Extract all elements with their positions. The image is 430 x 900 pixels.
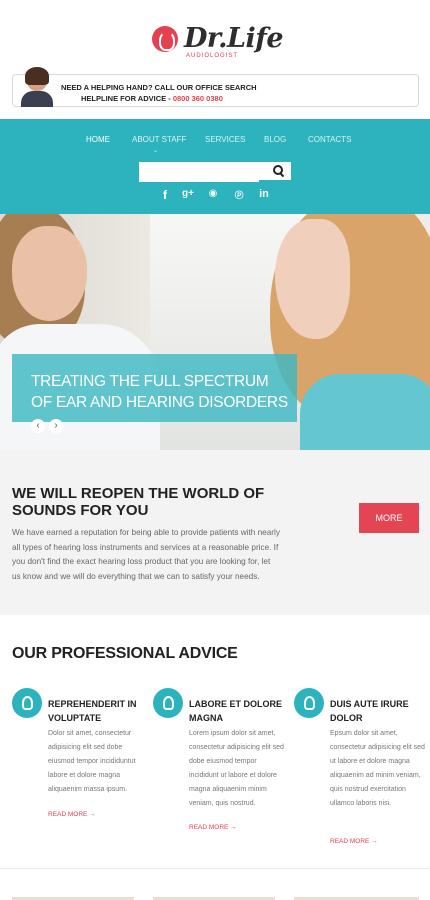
helpline-text: NEED A HELPING HAND? CALL OUR OFFICE SEA… <box>61 83 257 92</box>
hero-slider: TREATING THE FULL SPECTRUM OF EAR AND HE… <box>0 214 430 450</box>
ear-icon <box>12 688 42 718</box>
read-more-link[interactable]: READ MORE → <box>48 811 96 818</box>
advice-section-title: OUR PROFESSIONAL ADVICE <box>12 645 238 662</box>
linkedin-icon[interactable]: in <box>256 188 272 200</box>
advice-card-text: Dolor sit amet, consectetur adipisicing … <box>48 730 136 793</box>
chevron-down-icon[interactable]: ⌄ <box>153 147 158 154</box>
section-divider <box>0 868 430 869</box>
main-navigation: HOME ABOUT STAFF ⌄ SERVICES BLOG CONTACT… <box>0 119 430 214</box>
brand-tagline: AUDIOLOGIST <box>186 53 239 59</box>
nav-blog[interactable]: BLOG <box>264 135 286 144</box>
rss-icon[interactable]: ◉ <box>205 188 221 199</box>
nav-services[interactable]: SERVICES <box>205 135 245 144</box>
hero-title: TREATING THE FULL SPECTRUM OF EAR AND HE… <box>31 371 288 413</box>
search-input[interactable] <box>139 163 259 182</box>
advice-card-title: DUIS AUTE IRURE DOLOR <box>330 699 409 723</box>
brand-name: Dr.Life <box>184 23 284 54</box>
ear-icon <box>294 688 324 718</box>
nav-about-staff[interactable]: ABOUT STAFF <box>132 135 186 144</box>
more-button[interactable]: MORE <box>359 503 419 533</box>
ear-icon <box>153 688 183 718</box>
advice-card-title: LABORE ET DOLORE MAGNA <box>189 699 283 723</box>
nav-home[interactable]: HOME <box>86 135 110 144</box>
nav-contacts[interactable]: CONTACTS <box>308 135 351 144</box>
site-logo[interactable]: Dr.Life AUDIOLOGIST <box>0 23 430 64</box>
intro-title: WE WILL REOPEN THE WORLD OF SOUNDS FOR Y… <box>12 485 265 519</box>
hero-title-line1: TREATING THE FULL SPECTRUM <box>31 373 269 390</box>
read-more-link[interactable]: READ MORE → <box>189 824 237 831</box>
support-agent-avatar <box>21 67 53 107</box>
read-more-link[interactable]: READ MORE → <box>330 838 378 845</box>
facebook-icon[interactable]: f <box>157 188 173 202</box>
search-box <box>139 162 291 182</box>
advice-card-text: Epsum dolor sit amet, consectetur adipis… <box>330 730 425 807</box>
advice-card-text: Lorem ipsum dolor sit amet, consectetur … <box>189 730 284 807</box>
google-plus-icon[interactable]: g+ <box>180 188 196 199</box>
slider-prev-button[interactable]: ‹ <box>31 419 45 433</box>
hero-caption: TREATING THE FULL SPECTRUM OF EAR AND HE… <box>12 354 297 422</box>
intro-text: We have earned a reputation for being ab… <box>12 528 280 581</box>
helpline-label: HELPLINE FOR ADVICE - <box>81 94 173 103</box>
pinterest-icon[interactable]: ℗ <box>231 188 247 202</box>
intro-section: WE WILL REOPEN THE WORLD OF SOUNDS FOR Y… <box>0 450 430 615</box>
slider-next-button[interactable]: › <box>49 419 63 433</box>
advice-card-title: REPREHENDERIT IN VOLUPTATE <box>48 699 137 723</box>
helpline-banner: NEED A HELPING HAND? CALL OUR OFFICE SEA… <box>12 67 419 107</box>
helpline-advice: HELPLINE FOR ADVICE - 0800 360 0380 <box>81 94 223 103</box>
hero-title-line2: OF EAR AND HEARING DISORDERS <box>31 394 288 411</box>
search-icon[interactable] <box>273 165 285 177</box>
ear-logo-icon <box>152 26 178 52</box>
helpline-phone[interactable]: 0800 360 0380 <box>173 94 223 103</box>
